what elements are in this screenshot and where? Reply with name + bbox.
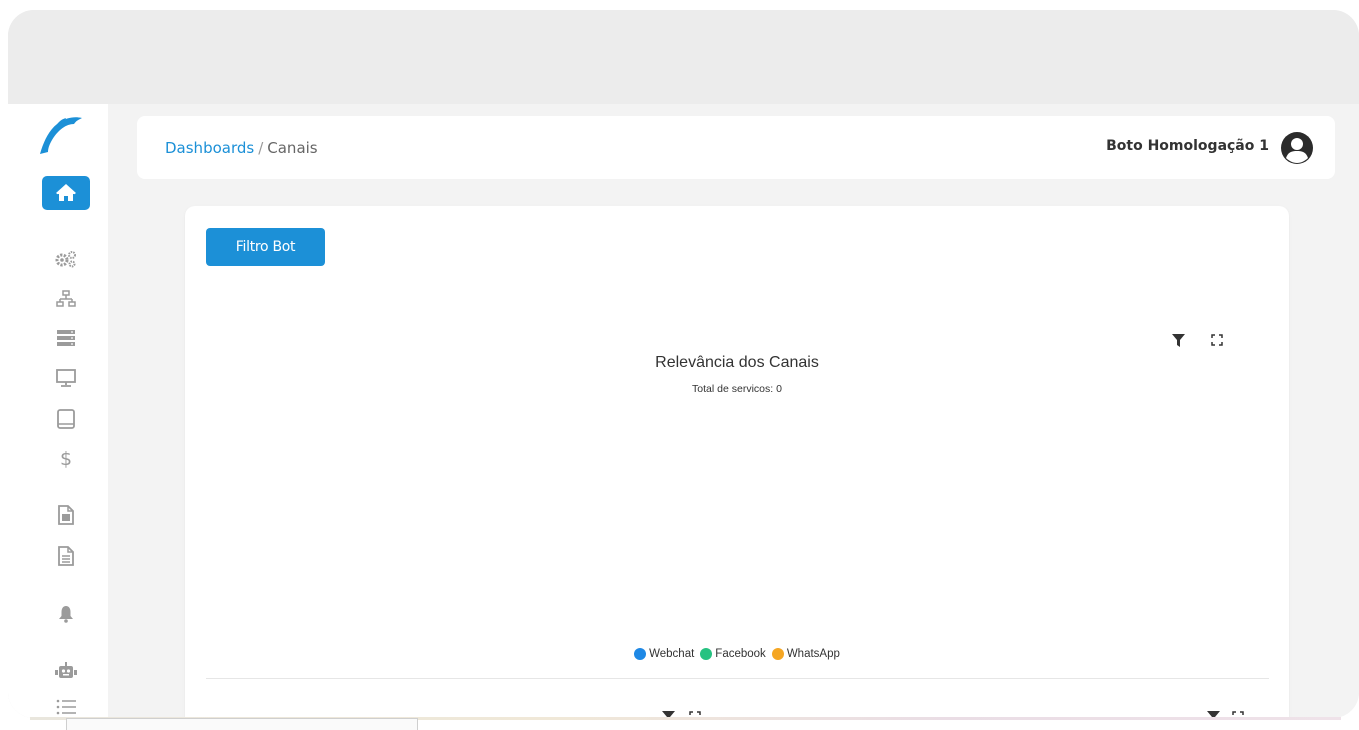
breadcrumb-dashboards-link[interactable]: Dashboards <box>165 139 254 157</box>
sidebar-item-tablet[interactable] <box>55 408 77 430</box>
network-icon <box>56 290 76 307</box>
chart-filter-button[interactable] <box>1170 332 1186 348</box>
chart-expand-button[interactable] <box>1209 332 1225 348</box>
sidebar-item-desktop[interactable] <box>55 367 77 389</box>
gears-icon <box>55 251 76 268</box>
server-icon <box>57 330 75 346</box>
sidebar: $ <box>8 104 108 718</box>
chart-title: Relevância dos Canais <box>655 354 819 371</box>
sidebar-item-documents[interactable] <box>55 545 77 567</box>
chart-legend: Webchat Facebook WhatsApp <box>185 648 1289 660</box>
robot-icon <box>55 662 77 678</box>
home-icon <box>56 184 76 201</box>
sidebar-item-bots[interactable] <box>55 660 77 682</box>
dolphin-logo-icon[interactable] <box>36 112 86 156</box>
sidebar-item-billing[interactable]: $ <box>55 448 77 470</box>
invoice-icon <box>58 505 74 525</box>
legend-item-facebook[interactable]: Facebook <box>700 648 766 660</box>
legend-marker-facebook <box>700 648 713 660</box>
monitor-icon <box>56 369 76 387</box>
legend-item-webchat[interactable]: Webchat <box>634 648 694 660</box>
list-icon <box>56 699 76 715</box>
legend-label-webchat: Webchat <box>649 648 695 660</box>
filter-bot-button[interactable]: Filtro Bot <box>206 228 325 266</box>
tablet-icon <box>57 409 75 429</box>
user-name[interactable]: Boto Homologação 1 <box>1106 138 1269 154</box>
app-frame: $ Dashboards / Canais Boto Homologação 1… <box>8 10 1359 718</box>
sidebar-item-servers[interactable] <box>55 327 77 349</box>
sidebar-item-settings[interactable] <box>55 248 77 270</box>
legend-marker-whatsapp <box>771 648 784 660</box>
chart-subtitle: Total de servicos: 0 <box>692 383 782 395</box>
legend-marker-webchat <box>634 648 647 660</box>
filter-icon <box>1171 333 1185 347</box>
legend-label-whatsapp: WhatsApp <box>786 648 840 660</box>
top-header: Dashboards / Canais Boto Homologação 1 <box>137 116 1335 179</box>
bell-icon <box>59 606 73 623</box>
sidebar-item-home[interactable] <box>42 176 90 210</box>
sidebar-item-invoices[interactable] <box>55 504 77 526</box>
sidebar-item-list[interactable] <box>55 696 77 718</box>
breadcrumb: Dashboards / Canais <box>165 139 318 157</box>
dashboard-card: Filtro Bot Relevância dos Canais Total d… <box>185 206 1289 718</box>
document-icon <box>58 546 74 566</box>
legend-item-whatsapp[interactable]: WhatsApp <box>771 648 840 660</box>
legend-label-facebook: Facebook <box>715 648 766 660</box>
dollar-icon: $ <box>59 448 73 470</box>
top-band <box>8 10 1359 104</box>
bottom-input-field[interactable] <box>66 718 418 730</box>
sidebar-item-network[interactable] <box>55 288 77 310</box>
expand-icon <box>1211 334 1223 346</box>
user-avatar-icon[interactable] <box>1279 130 1315 166</box>
section-divider <box>206 678 1269 679</box>
sidebar-item-notifications[interactable] <box>55 603 77 625</box>
breadcrumb-current: Canais <box>267 139 318 157</box>
breadcrumb-separator: / <box>258 139 264 157</box>
